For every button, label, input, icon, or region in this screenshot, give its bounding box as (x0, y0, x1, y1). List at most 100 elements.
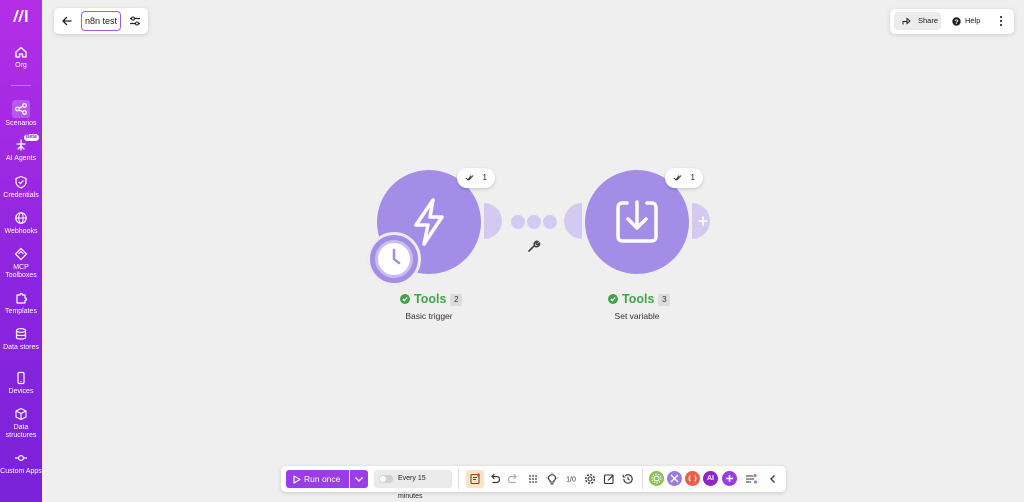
chevron-down-icon (355, 477, 363, 482)
bottom-toolbar: Run once Every 15 minutes 1/0 AI (281, 466, 786, 500)
operations-count: 1 (482, 173, 487, 182)
edit-note-icon[interactable] (602, 472, 616, 486)
sidebar-item-label: Custom Apps (0, 468, 42, 475)
sidebar-item-data-structures[interactable]: Data structures (0, 407, 42, 440)
sidebar-item-label: Webhooks (4, 228, 38, 235)
sidebar-item-custom-apps[interactable]: Custom Apps (0, 451, 42, 476)
toggle-switch[interactable] (379, 475, 393, 483)
shield-icon (15, 175, 27, 189)
sidebar-item-scenarios[interactable]: Scenarios (0, 100, 42, 128)
sidebar-item-devices[interactable]: Devices (0, 371, 42, 396)
sidebar-item-label: AI Agents (6, 155, 36, 162)
svg-text:1/0: 1/0 (566, 477, 576, 484)
sidebar-item-label: Data structures (5, 424, 37, 439)
operations-badge: 1 (665, 168, 703, 188)
tools-app-icon[interactable] (649, 471, 664, 486)
sidebar-item-label: Devices (8, 388, 34, 395)
sidebar-item-org[interactable]: Org (0, 45, 42, 70)
sidebar-item-label: Data stores (3, 344, 39, 351)
redo-icon[interactable] (506, 472, 520, 486)
back-arrow-icon[interactable] (60, 14, 74, 28)
share-nodes-icon (15, 103, 27, 115)
check-circle-icon (400, 294, 410, 304)
schedule-toggle[interactable]: Every 15 minutes (374, 470, 452, 500)
chevron-left-icon[interactable] (766, 472, 780, 486)
make-logo[interactable] (12, 9, 30, 23)
module-app-name: Tools (414, 292, 447, 306)
share-button[interactable]: Share (894, 12, 941, 30)
node-output-handle[interactable] (484, 203, 502, 239)
help-label: Help (965, 16, 981, 25)
svg-text:?: ? (955, 19, 959, 26)
cube-icon (15, 407, 27, 421)
sidebar-item-mcp-toolboxes[interactable]: MCP Toolboxes (0, 247, 42, 280)
connection-dot (527, 215, 541, 229)
plus-icon (726, 475, 733, 482)
connection-dot (543, 215, 557, 229)
toolbar-divider (458, 469, 459, 489)
module-number: 2 (450, 294, 463, 306)
sidebar-item-label: Templates (5, 308, 37, 315)
sidebar-item-label: MCP Toolboxes (5, 264, 37, 279)
sidebar-item-label: Org (15, 62, 27, 69)
connection-dot (511, 215, 525, 229)
undo-icon[interactable] (488, 472, 502, 486)
history-icon[interactable] (621, 472, 635, 486)
gear-icon[interactable] (583, 472, 597, 486)
notes-icon (470, 473, 481, 485)
sidebar-item-label: Scenarios (5, 120, 37, 127)
double-check-icon (673, 175, 682, 181)
node-input-handle[interactable] (564, 203, 582, 239)
grid-dots-icon[interactable] (526, 472, 540, 486)
clock-icon (375, 240, 413, 278)
double-check-icon (465, 175, 474, 181)
play-icon (293, 475, 301, 484)
home-icon (15, 46, 27, 58)
phone-icon (17, 371, 25, 385)
schedule-label: Every 15 minutes (398, 475, 426, 500)
toolbar-divider (642, 469, 643, 489)
help-button[interactable]: ? Help (948, 12, 988, 30)
run-once-label: Run once (304, 474, 341, 484)
lightbulb-icon[interactable] (545, 472, 559, 486)
scenario-notes-button[interactable] (466, 470, 484, 488)
top-right-actions: Share ? Help (890, 9, 1014, 34)
sidebar-item-ai-agents[interactable]: Beta AI Agents (0, 134, 42, 163)
schedule-clock-badge[interactable] (367, 232, 421, 286)
add-module-button[interactable] (722, 471, 737, 486)
module-subtitle: Set variable (614, 311, 660, 321)
custom-app-icon (15, 454, 27, 462)
sidebar-item-label: Credentials (3, 192, 39, 199)
flow-control-icon[interactable] (667, 471, 682, 486)
share-icon (902, 17, 911, 25)
sidebar: Org Scenarios Beta AI Agents Credentials… (0, 0, 42, 502)
scenario-name-input[interactable]: n8n test (81, 11, 121, 31)
sidebar-item-data-stores[interactable]: Data stores (0, 327, 42, 352)
sidebar-item-webhooks[interactable]: Webhooks (0, 211, 42, 236)
operations-count: 1 (690, 173, 695, 182)
database-icon (15, 328, 27, 340)
beta-badge: Beta (24, 134, 39, 141)
explain-flow-icon[interactable] (744, 472, 758, 486)
module-title: Tools 2 (400, 291, 463, 307)
wrench-icon[interactable] (527, 239, 541, 253)
sidebar-divider (11, 85, 31, 86)
module-subtitle: Basic trigger (405, 311, 453, 321)
io-icon[interactable]: 1/0 (564, 472, 578, 486)
ai-tools-button[interactable]: AI (703, 471, 718, 486)
puzzle-icon (16, 292, 28, 304)
sidebar-item-credentials[interactable]: Credentials (0, 175, 42, 200)
scenario-header: n8n test (54, 8, 148, 34)
module-number: 3 (658, 294, 671, 306)
plus-icon[interactable] (697, 215, 709, 227)
sliders-icon[interactable] (128, 14, 142, 28)
run-options-dropdown[interactable] (350, 470, 368, 488)
run-once-button[interactable]: Run once (286, 470, 349, 488)
help-icon: ? (952, 17, 961, 26)
text-parser-icon[interactable] (685, 471, 700, 486)
sidebar-item-templates[interactable]: Templates (0, 291, 42, 316)
download-icon (616, 200, 658, 243)
operations-badge: 1 (457, 168, 495, 188)
module-title: Tools 3 (608, 291, 671, 307)
more-vertical-icon[interactable] (996, 14, 1006, 28)
